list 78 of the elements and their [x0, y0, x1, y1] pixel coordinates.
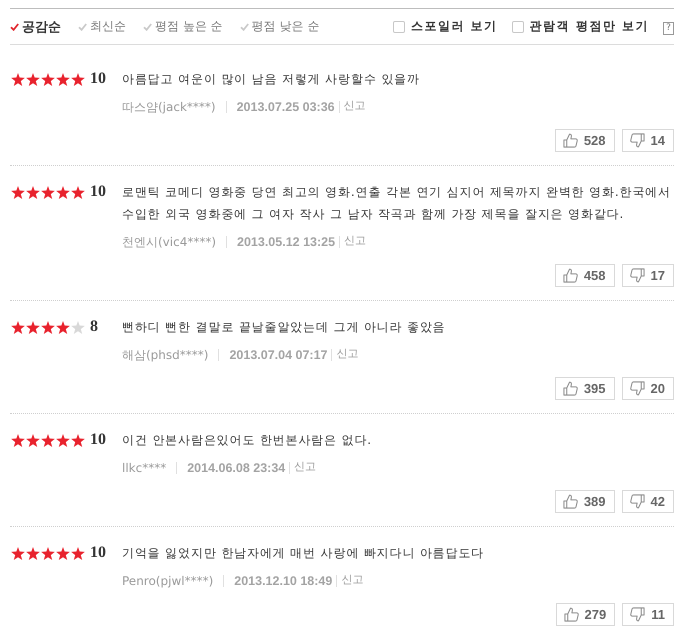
sort-option[interactable]: 최신순 — [78, 18, 126, 35]
rating-score: 10 — [90, 70, 106, 88]
check-icon — [240, 22, 249, 30]
star-icon — [56, 320, 70, 334]
star-icon — [26, 546, 40, 560]
dislike-button[interactable]: 42 — [622, 490, 674, 513]
star-icon — [56, 434, 70, 446]
author-name: 천엔시(vic4****) — [122, 234, 216, 250]
star-icon — [11, 546, 25, 560]
thumbs-down-icon — [630, 607, 646, 622]
author-name: llkc**** — [122, 461, 166, 475]
thumbs-up-icon — [562, 268, 578, 283]
checkbox[interactable] — [512, 20, 524, 32]
like-button[interactable]: 279 — [556, 603, 616, 626]
thumbs-down-icon — [630, 133, 645, 148]
thumbs-up-icon — [562, 381, 578, 396]
review-date: 2013.12.10 18:49 — [234, 574, 332, 588]
check-icon — [143, 22, 152, 30]
star-icon — [26, 72, 40, 86]
star-icon — [26, 320, 40, 334]
help-button[interactable]: ? — [663, 22, 674, 34]
thumbs-up-icon — [564, 607, 579, 622]
review-text: 뻔하디 뻔한 결말로 끝날줄알았는데 그게 아니라 좋았음 — [122, 319, 447, 336]
star-icon — [71, 320, 85, 334]
review-text: 로맨틱 코메디 영화중 당연 최고의 영화.연출 각본 연기 심지어 제목까지 완벽한 영화.한국에서 수입한 외국 영화중에 그 여자 작사 그 남자 작곡과 함께 가장 제목을 잘지은 영화같다. — [122, 184, 672, 223]
review-date: 2013.05.12 13:25 — [237, 235, 336, 249]
thumbs-down-icon — [630, 381, 645, 396]
like-button[interactable]: 458 — [554, 264, 615, 287]
check-icon — [78, 22, 87, 30]
author-name: 해삼(phsd****) — [122, 346, 208, 364]
author-name: Penro(pjwl****) — [122, 574, 214, 588]
checkbox[interactable] — [392, 20, 405, 32]
star-icon — [11, 72, 25, 86]
star-icon — [71, 546, 85, 560]
dislike-button[interactable]: 14 — [622, 129, 674, 152]
star-icon — [41, 186, 55, 198]
star-icon — [56, 546, 70, 560]
dislike-button[interactable]: 17 — [622, 264, 674, 287]
thumbs-down-icon — [630, 494, 645, 509]
review-text: 아름답고 여운이 많이 남음 저렇게 사랑할수 있을까 — [122, 71, 421, 88]
thumbs-up-icon — [562, 133, 578, 148]
star-icon — [26, 186, 40, 198]
star-icon — [41, 546, 55, 560]
rating-score: 10 — [90, 544, 106, 562]
sort-option[interactable]: 평점 높은 순 — [143, 18, 223, 35]
dislike-button[interactable]: 20 — [622, 377, 674, 400]
check-icon — [10, 22, 19, 30]
star-icon — [11, 434, 25, 446]
like-button[interactable]: 395 — [554, 377, 615, 400]
rating-score: 10 — [90, 431, 106, 449]
rating-score: 8 — [90, 318, 98, 336]
review-text: 이건 안본사람은있어도 한번본사람은 없다. — [122, 432, 373, 449]
review-date: 2013.07.25 03:36 — [236, 100, 335, 114]
star-icon — [41, 72, 55, 86]
star-icon — [56, 72, 70, 86]
star-icon — [56, 186, 70, 198]
star-icon — [71, 72, 85, 86]
star-icon — [11, 320, 25, 334]
filter-checkbox[interactable]: 관람객 평점만 보기 — [512, 18, 649, 35]
thumbs-down-icon — [630, 268, 645, 283]
star-icon — [71, 186, 85, 198]
thumbs-up-icon — [562, 494, 578, 509]
dislike-button[interactable]: 11 — [622, 603, 674, 626]
review-text: 기억을 잃었지만 한남자에게 매번 사랑에 빠지다니 아름답도다 — [122, 545, 486, 562]
star-icon — [11, 186, 25, 198]
star-icon — [41, 320, 55, 334]
star-icon — [71, 434, 85, 446]
review-date: 2014.06.08 23:34 — [187, 461, 286, 475]
star-icon — [41, 434, 55, 446]
sort-option[interactable]: 평점 낮은 순 — [240, 18, 320, 35]
filter-checkbox[interactable]: 스포일러 보기 — [392, 18, 498, 35]
author-name: 따스얌(jack****) — [122, 98, 216, 116]
rating-score: 10 — [90, 183, 106, 201]
review-date: 2013.07.04 07:17 — [229, 348, 328, 362]
star-icon — [26, 434, 40, 446]
sort-option[interactable]: 공감순 — [10, 18, 61, 36]
like-button[interactable]: 528 — [554, 129, 615, 152]
like-button[interactable]: 389 — [554, 490, 615, 513]
